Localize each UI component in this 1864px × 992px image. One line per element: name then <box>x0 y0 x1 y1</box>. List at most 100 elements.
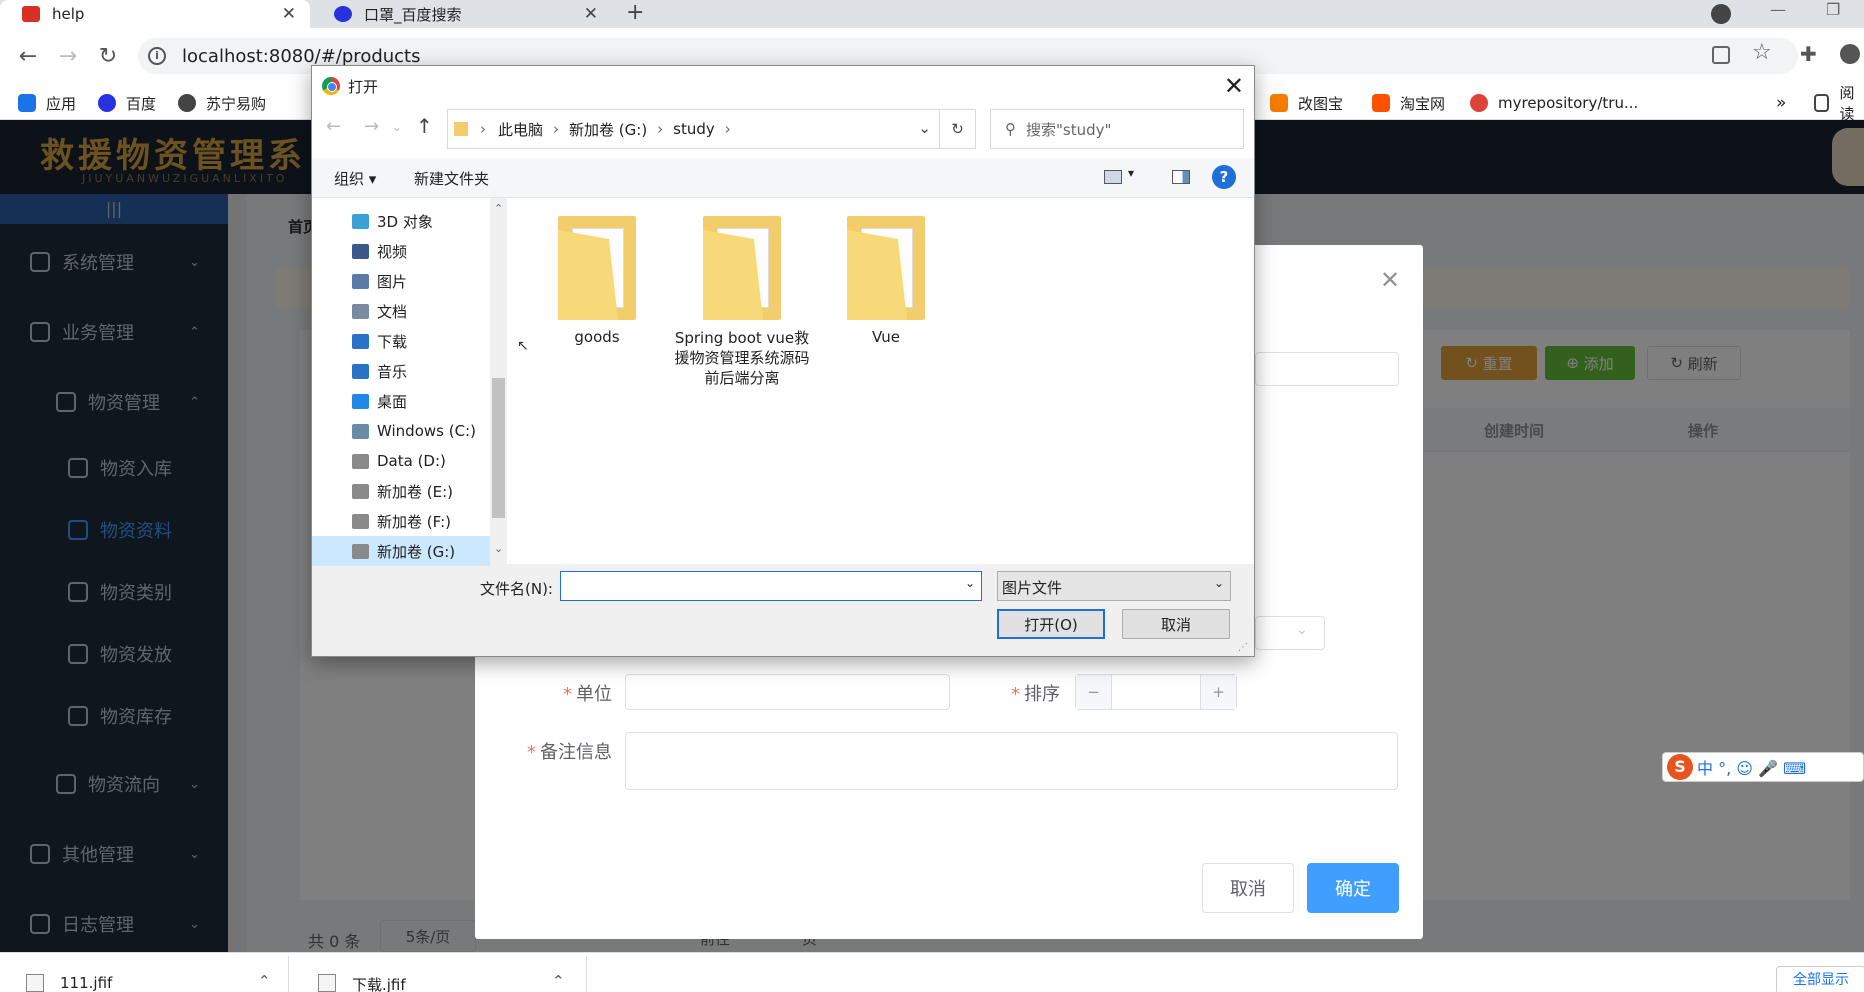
address-breadcrumb[interactable]: › 此电脑 › 新加卷 (G:) › study › ⌄ ↻ <box>447 109 976 149</box>
nav-item[interactable]: 下载 <box>352 326 407 356</box>
chevron-up-icon[interactable]: ⌃ <box>552 972 565 990</box>
chevron-up-icon[interactable]: ⌃ <box>258 972 271 990</box>
minimize-button[interactable]: — <box>1770 0 1786 19</box>
bookmark-taobao[interactable]: 淘宝网 <box>1372 86 1445 120</box>
unit-input[interactable] <box>625 674 950 710</box>
preview-pane-icon[interactable] <box>1172 170 1190 184</box>
bookmark-myrepository[interactable]: myrepository/tru... <box>1470 86 1638 120</box>
ime-toolbar[interactable]: S 中 °, ☺ 🎤 ⌨ <box>1662 752 1864 782</box>
decrement-button[interactable]: − <box>1076 675 1112 709</box>
folder-icon <box>454 122 468 136</box>
folder-name: Vue <box>872 328 900 346</box>
tab-baidu[interactable]: 口罩_百度搜索 ✕ <box>312 0 612 28</box>
nav-item[interactable]: 新加卷 (E:) <box>352 476 453 506</box>
baidu-paw-icon <box>334 6 352 22</box>
chevron-down-icon: ⌄ <box>1213 576 1224 590</box>
scroll-thumb[interactable] <box>492 378 505 518</box>
sort-stepper[interactable]: − + <box>1075 674 1237 710</box>
chevron-down-icon[interactable]: ▾ <box>1128 166 1134 180</box>
help-icon[interactable]: ? <box>1212 165 1236 189</box>
bookmark-apps[interactable]: 应用 <box>18 86 76 120</box>
dialog-cancel-button[interactable]: 取消 <box>1202 863 1294 913</box>
forward-icon[interactable]: → <box>364 116 379 137</box>
maximize-button[interactable]: ❐ <box>1826 0 1840 19</box>
desktop-icon <box>352 393 369 409</box>
dialog-confirm-button[interactable]: 确定 <box>1307 863 1399 913</box>
refresh-icon[interactable]: ↻ <box>939 110 975 148</box>
translate-icon[interactable] <box>1712 46 1730 64</box>
scroll-up-icon[interactable]: ⌃ <box>494 202 503 215</box>
profile-menu-icon[interactable] <box>1711 4 1731 24</box>
nav-item[interactable]: Data (D:) <box>352 446 446 476</box>
bookmark-reading-list[interactable]: 阅读 <box>1814 84 1864 123</box>
dialog-close-icon[interactable]: ✕ <box>1380 266 1400 294</box>
close-tab-icon[interactable]: ✕ <box>584 4 598 24</box>
account-icon[interactable] <box>1840 44 1860 64</box>
resize-grip-icon[interactable]: ⋰ <box>1238 642 1248 653</box>
download-item-name[interactable]: 下载.jfif <box>352 974 406 992</box>
navigation-scrollbar[interactable]: ⌃ ⌄ <box>490 198 507 564</box>
bookmark-baidu[interactable]: 百度 <box>98 86 156 120</box>
back-icon[interactable]: ← <box>16 44 40 69</box>
bookmark-suning[interactable]: 苏宁易购 <box>178 86 266 120</box>
note-textarea[interactable] <box>625 732 1398 790</box>
info-icon[interactable]: i <box>148 47 166 65</box>
bookmarks-overflow[interactable]: » <box>1776 86 1786 120</box>
view-options-icon[interactable] <box>1104 170 1122 184</box>
file-search-input[interactable]: ⚲ 搜索"study" <box>990 109 1244 149</box>
nav-item[interactable]: 文档 <box>352 296 407 326</box>
pictures-icon <box>352 273 369 289</box>
new-folder-button[interactable]: 新建文件夹 <box>414 168 489 189</box>
folder-icon <box>558 216 636 320</box>
breadcrumb-this-pc[interactable]: 此电脑 <box>498 119 543 140</box>
breadcrumb-study[interactable]: study <box>673 120 715 138</box>
video-icon <box>352 243 369 259</box>
folder-springboot[interactable]: Spring boot vue救援物资管理系统源码前后端分离 <box>672 216 812 388</box>
apps-icon <box>18 94 36 112</box>
breadcrumb-drive[interactable]: 新加卷 (G:) <box>569 119 647 140</box>
nav-item[interactable]: 图片 <box>352 266 407 296</box>
new-tab-button[interactable]: + <box>626 0 644 25</box>
scroll-down-icon[interactable]: ⌄ <box>494 542 503 555</box>
nav-item[interactable]: 桌面 <box>352 386 407 416</box>
globe-icon <box>178 94 196 112</box>
bookmark-label: 应用 <box>46 94 77 113</box>
reload-icon[interactable]: ↻ <box>96 44 120 69</box>
file-cancel-button[interactable]: 取消 <box>1122 609 1230 639</box>
downloads-icon <box>352 333 369 349</box>
forward-icon[interactable]: → <box>56 44 80 69</box>
bookmark-label: 阅读 <box>1839 84 1855 123</box>
nav-item[interactable]: 新加卷 (F:) <box>352 506 451 536</box>
up-icon[interactable]: ↑ <box>416 114 433 138</box>
chevron-down-icon[interactable]: ⌄ <box>965 576 975 590</box>
show-all-downloads-button[interactable]: 全部显示 <box>1776 966 1864 992</box>
filetype-value: 图片文件 <box>1002 579 1063 597</box>
nav-item[interactable]: 3D 对象 <box>352 206 433 236</box>
drive-icon <box>352 543 369 559</box>
nav-item[interactable]: 视频 <box>352 236 407 266</box>
download-item-name[interactable]: 111.jfif <box>60 974 112 992</box>
nav-item[interactable]: 音乐 <box>352 356 407 386</box>
bookmark-star-icon[interactable]: ☆ <box>1752 40 1772 65</box>
recent-locations-icon[interactable]: ⌄ <box>392 120 402 134</box>
bookmark-gaitubao[interactable]: 改图宝 <box>1270 86 1343 120</box>
nav-item[interactable]: 新加卷 (G:) <box>312 536 490 566</box>
dialog-name-input-edge[interactable] <box>1255 352 1399 386</box>
bookmark-label: 百度 <box>126 94 157 113</box>
nav-item[interactable]: Windows (C:) <box>352 416 476 446</box>
folder-vue[interactable]: Vue <box>816 216 956 346</box>
category-select-edge[interactable] <box>1255 616 1325 650</box>
extensions-icon[interactable]: ✚ <box>1800 42 1817 66</box>
open-button[interactable]: 打开(O) <box>997 609 1105 639</box>
chevron-down-icon[interactable]: ⌄ <box>918 119 931 137</box>
filetype-select[interactable]: 图片文件 ⌄ <box>997 571 1231 601</box>
sort-label: * 排序 <box>1011 684 1060 705</box>
increment-button[interactable]: + <box>1200 675 1236 709</box>
filename-input[interactable]: ⌄ <box>560 571 982 601</box>
close-icon[interactable]: ✕ <box>1224 72 1244 100</box>
close-tab-icon[interactable]: ✕ <box>282 4 296 24</box>
organize-button[interactable]: 组织 ▾ <box>334 168 376 189</box>
tab-help[interactable]: help ✕ <box>0 0 310 28</box>
back-icon[interactable]: ← <box>326 116 341 137</box>
folder-goods[interactable]: goods <box>527 216 667 346</box>
